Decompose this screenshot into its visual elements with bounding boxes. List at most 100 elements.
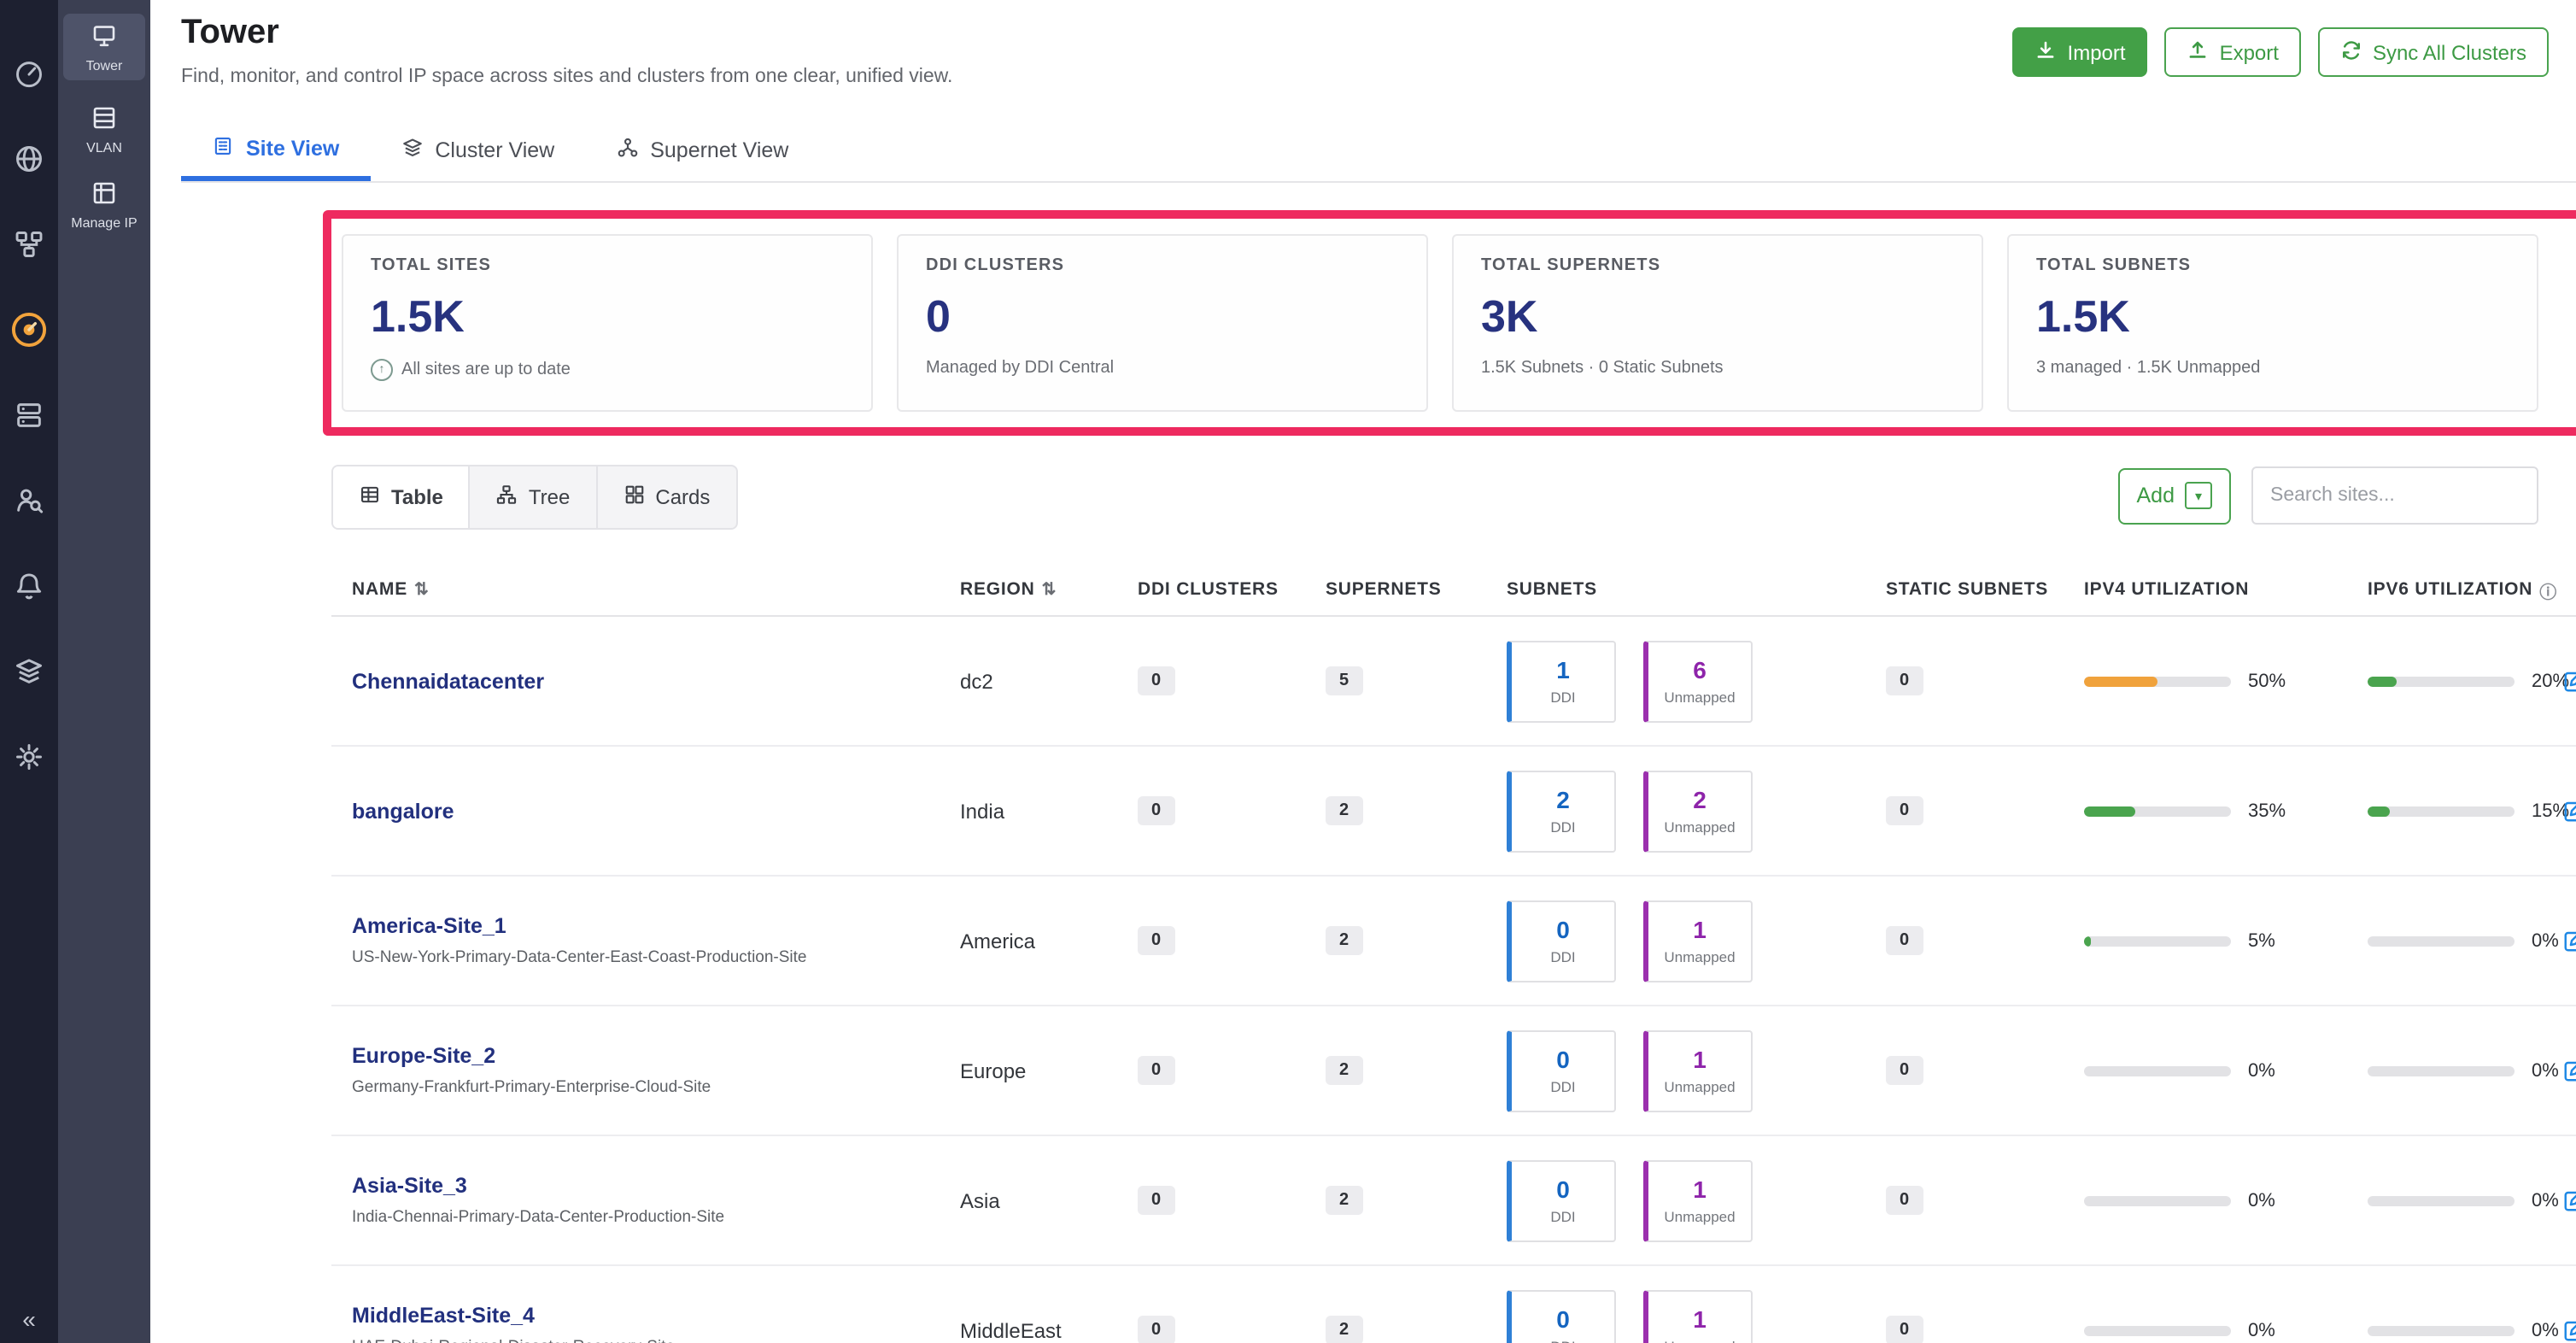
ddi-subnet-label: DDI — [1550, 1078, 1575, 1095]
import-button[interactable]: Import — [2013, 27, 2148, 77]
ddi-subnet-count: 2 — [1556, 786, 1570, 813]
stat-sub-text: All sites are up to date — [401, 361, 571, 379]
sync-all-clusters-button[interactable]: Sync All Clusters — [2318, 27, 2549, 77]
edit-button[interactable] — [2562, 1317, 2576, 1343]
ipv4-utilization-bar — [2084, 1325, 2231, 1335]
ipam-active-icon[interactable] — [0, 287, 58, 372]
supernets-cell: 2 — [1312, 926, 1493, 955]
tab-cluster-view[interactable]: Cluster View — [370, 120, 585, 181]
settings-gear-icon[interactable] — [0, 714, 58, 800]
sort-icon[interactable]: ⇅ — [1042, 580, 1057, 599]
ipv4-utilization-value: 0% — [2248, 1320, 2275, 1340]
tab-supernet-view[interactable]: Supernet View — [585, 120, 819, 181]
view-switcher: Table Tree Cards — [331, 465, 737, 530]
column-header-supernets: SUPERNETS — [1312, 579, 1493, 600]
ddi-clusters-badge: 0 — [1138, 1316, 1174, 1343]
cluster-view-icon — [401, 137, 423, 164]
page-subtitle: Find, monitor, and control IP space acro… — [181, 67, 952, 87]
edit-button[interactable] — [2562, 668, 2576, 694]
stat-label: TOTAL SUPERNETS — [1481, 256, 1954, 275]
column-label: STATIC SUBNETS — [1886, 579, 2048, 600]
site-name-link[interactable]: Asia-Site_3 — [352, 1174, 467, 1198]
site-description: US-New-York-Primary-Data-Center-East-Coa… — [352, 948, 807, 967]
supernets-cell: 2 — [1312, 1186, 1493, 1215]
ddi-subnet-label: DDI — [1550, 1338, 1575, 1343]
view-label: Cards — [655, 485, 710, 509]
stats-row: TOTAL SITES 1.5K ↑ All sites are up to d… — [342, 234, 2538, 412]
view-table-button[interactable]: Table — [333, 466, 471, 528]
edit-button[interactable] — [2562, 798, 2576, 824]
ipv6-utilization-value: 0% — [2532, 1060, 2559, 1081]
view-tree-button[interactable]: Tree — [471, 466, 597, 528]
edit-button[interactable] — [2562, 1188, 2576, 1213]
ipv4-utilization-value: 0% — [2248, 1190, 2275, 1211]
site-name-link[interactable]: Europe-Site_2 — [352, 1044, 495, 1068]
ipv6-utilization-cell: 0% — [2354, 1190, 2576, 1211]
subnet-ddi-box: 0 DDI — [1507, 1159, 1616, 1241]
column-header-static-subnets: STATIC SUBNETS — [1872, 579, 2070, 600]
export-icon — [2187, 38, 2210, 66]
ipv6-utilization-bar — [2368, 806, 2515, 816]
site-name-link[interactable]: Chennaidatacenter — [352, 669, 544, 693]
ipv4-utilization-cell: 35% — [2070, 801, 2354, 821]
static-subnets-cell: 0 — [1872, 666, 2070, 695]
static-subnets-badge: 0 — [1886, 796, 1923, 825]
unmapped-subnet-count: 1 — [1693, 1305, 1707, 1333]
sidebar-item-vlan[interactable]: VLAN — [63, 104, 145, 155]
ipv4-utilization-bar — [2084, 935, 2231, 946]
site-name-link[interactable]: America-Site_1 — [352, 914, 506, 938]
site-name-link[interactable]: MiddleEast-Site_4 — [352, 1304, 535, 1328]
view-label: Table — [391, 485, 443, 509]
dns-globe-icon[interactable] — [0, 116, 58, 202]
ipv4-utilization-bar — [2084, 676, 2231, 686]
ipv4-utilization-value: 5% — [2248, 930, 2275, 951]
subnet-unmapped-box: 6 Unmapped — [1643, 640, 1753, 722]
dashboard-icon[interactable] — [0, 31, 58, 116]
collapse-sidebar-icon[interactable]: « — [0, 1305, 58, 1333]
export-button[interactable]: Export — [2165, 27, 2301, 77]
static-subnets-cell: 0 — [1872, 796, 2070, 825]
stat-value: 3K — [1481, 290, 1954, 343]
ipv6-utilization-value: 0% — [2532, 930, 2559, 951]
tree-view-icon — [496, 484, 518, 511]
site-view-icon — [212, 134, 234, 161]
audit-search-icon[interactable] — [0, 458, 58, 543]
sidebar-item-tower[interactable]: Tower — [63, 14, 145, 80]
site-description: India-Chennai-Primary-Data-Center-Produc… — [352, 1208, 724, 1227]
search-input[interactable] — [2251, 466, 2538, 525]
stat-sub: 1.5K Subnets · 0 Static Subnets — [1481, 359, 1954, 378]
view-cards-button[interactable]: Cards — [597, 466, 735, 528]
manage-ip-icon — [91, 179, 118, 210]
sidebar-item-manage-ip[interactable]: Manage IP — [63, 179, 145, 231]
vlan-icon — [91, 104, 118, 135]
column-header-ipv4-utilization: IPV4 UTILIZATION — [2070, 579, 2354, 600]
ddi-clusters-badge: 0 — [1138, 1186, 1174, 1215]
workflow-icon[interactable] — [0, 202, 58, 287]
tab-site-view[interactable]: Site View — [181, 120, 370, 181]
view-label: Tree — [529, 485, 570, 509]
ipv4-utilization-bar — [2084, 806, 2231, 816]
ipv6-utilization-cell: 0% — [2354, 1060, 2576, 1081]
add-button[interactable]: Add ▾ — [2118, 467, 2232, 524]
edit-button[interactable] — [2562, 928, 2576, 953]
name-cell: bangalore — [331, 799, 946, 823]
unmapped-subnet-count: 1 — [1693, 1176, 1707, 1203]
services-stack-icon[interactable] — [0, 629, 58, 714]
subnet-ddi-box: 0 DDI — [1507, 900, 1616, 982]
ipv4-utilization-value: 50% — [2248, 671, 2286, 691]
info-icon[interactable]: ⓘ — [2539, 577, 2557, 602]
sites-table: NAME ⇅ REGION ⇅ DDI CLUSTERS SUPERNETS S… — [331, 564, 2576, 1343]
static-subnets-cell: 0 — [1872, 1056, 2070, 1085]
site-name-link[interactable]: bangalore — [352, 799, 454, 823]
unmapped-subnet-count: 2 — [1693, 786, 1707, 813]
server-icon[interactable] — [0, 372, 58, 458]
supernet-view-icon — [616, 137, 638, 164]
column-header-name[interactable]: NAME ⇅ — [331, 579, 946, 600]
sort-icon[interactable]: ⇅ — [414, 580, 430, 599]
supernets-badge: 2 — [1326, 1186, 1362, 1215]
stat-sub-text: Managed by DDI Central — [926, 359, 1114, 378]
edit-button[interactable] — [2562, 1058, 2576, 1083]
notifications-bell-icon[interactable] — [0, 543, 58, 629]
subnet-unmapped-box: 2 Unmapped — [1643, 770, 1753, 852]
column-header-region[interactable]: REGION ⇅ — [946, 579, 1124, 600]
